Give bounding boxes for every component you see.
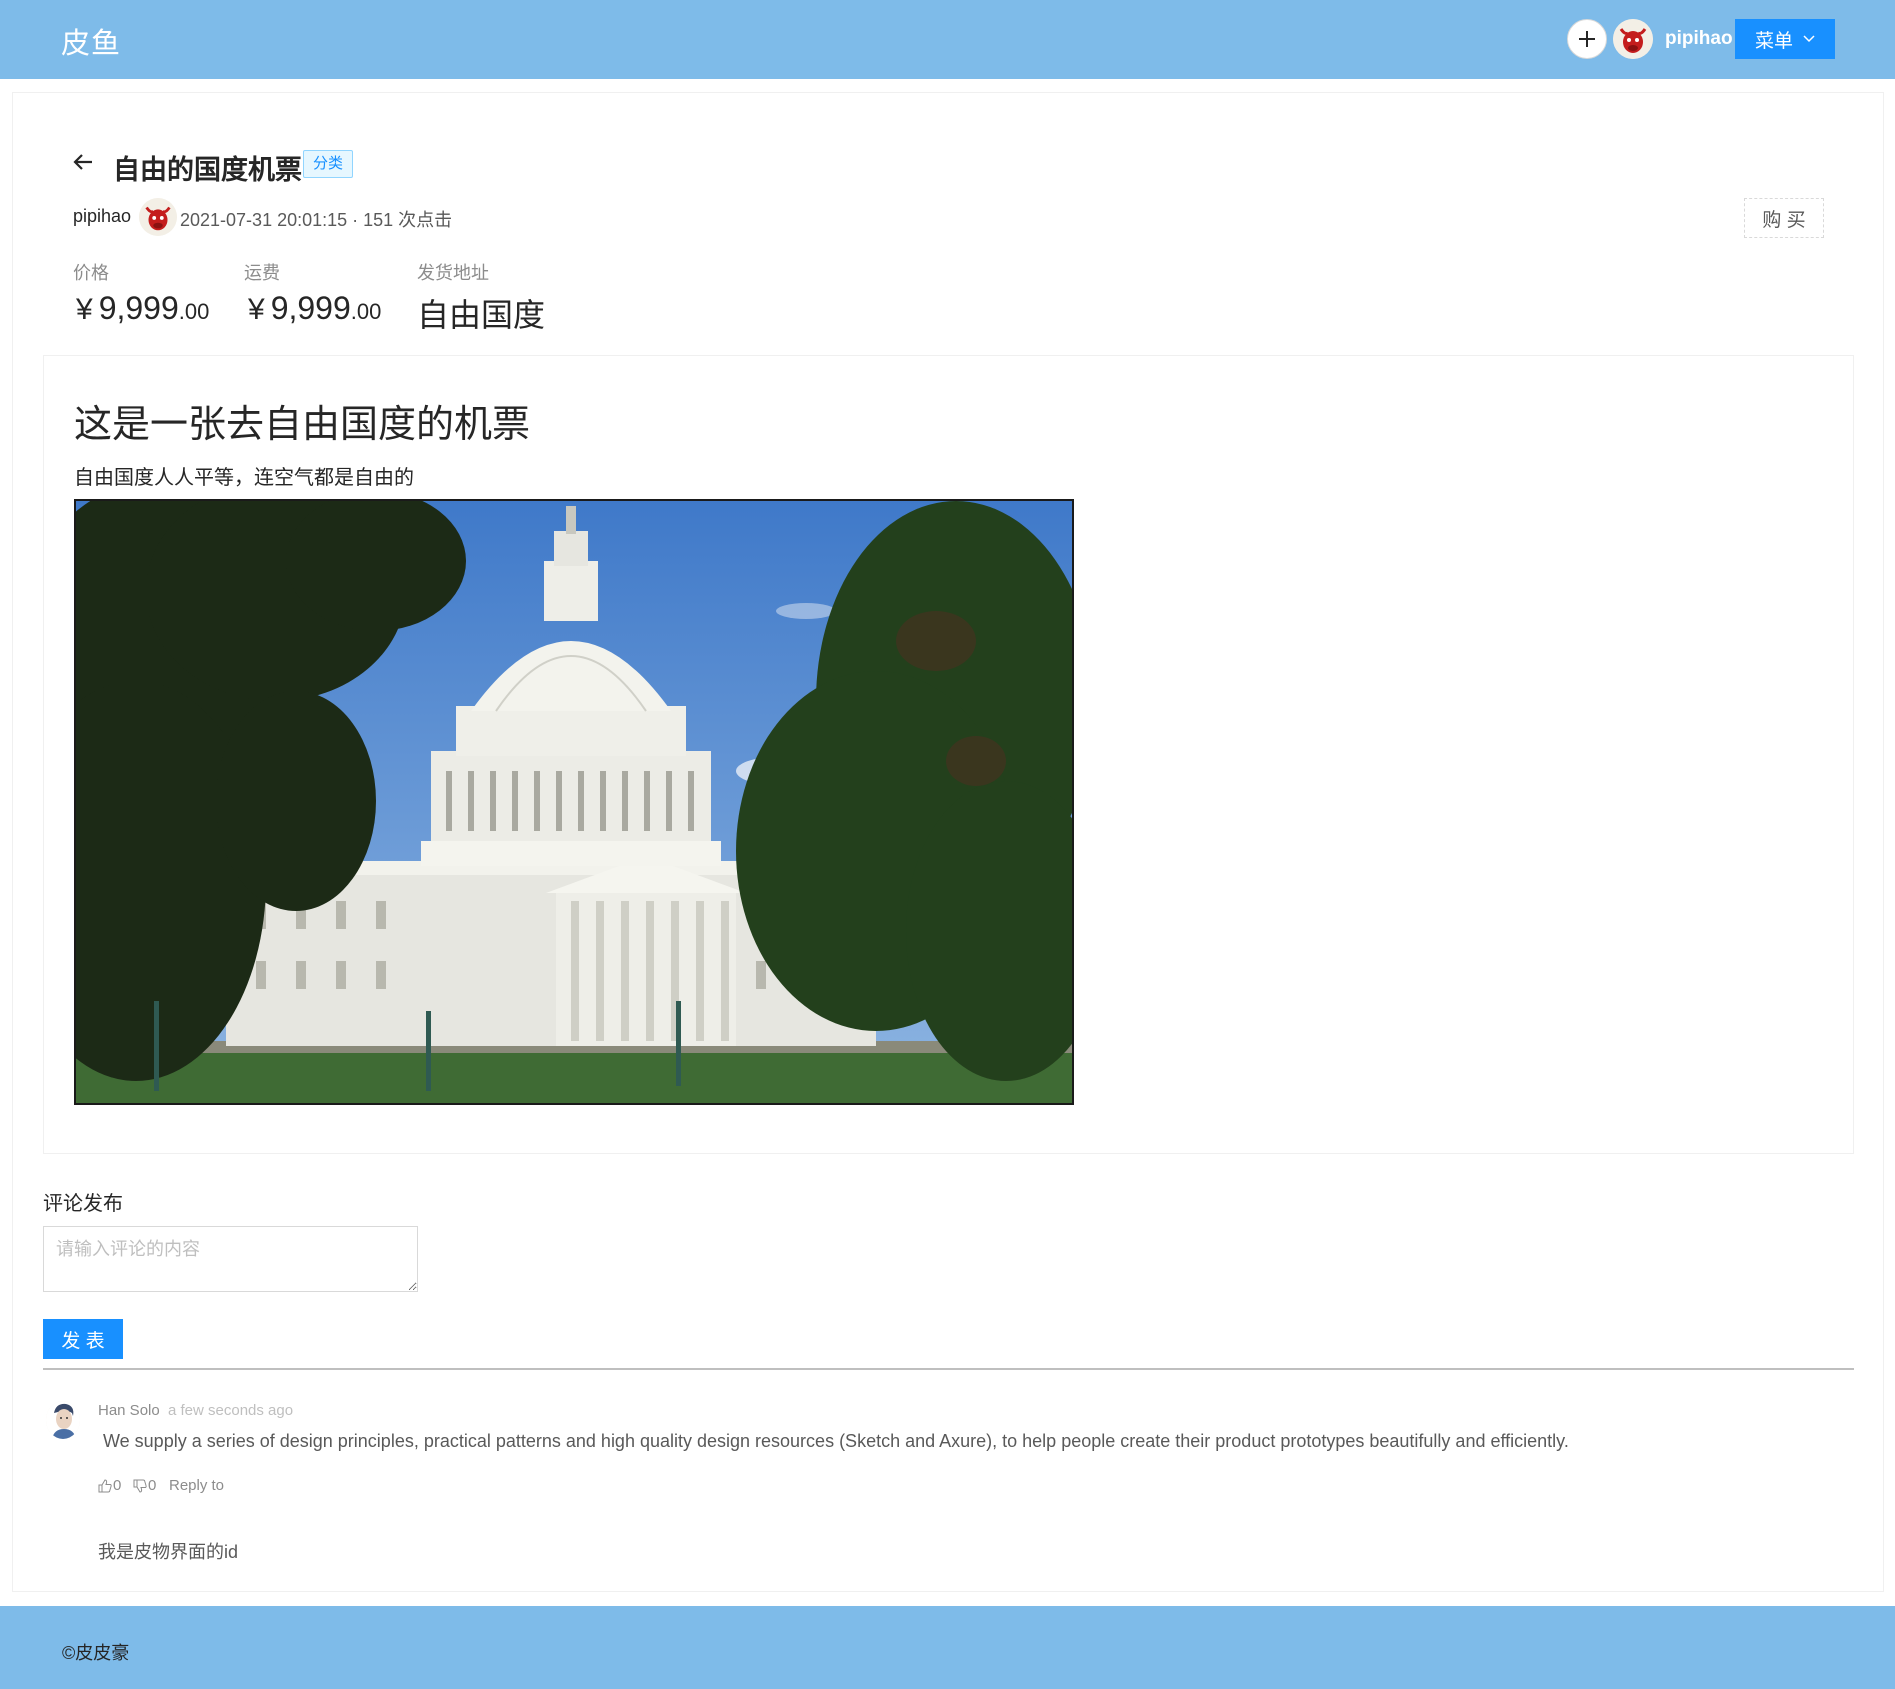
ship-from-value: 自由国度 (417, 297, 546, 333)
price-decimal: .00 (178, 299, 210, 324)
category-tag: 分类 (303, 150, 354, 178)
comment-input[interactable] (43, 1226, 418, 1292)
person-avatar-icon (46, 1401, 80, 1439)
content-text: 自由国度人人平等，连空气都是自由的 (74, 467, 414, 489)
page-title: 自由的国度机票 (113, 155, 302, 185)
post-meta-info: 2021-07-31 20:01:15 · 151 次点击 (180, 210, 453, 230)
comment-divider (43, 1368, 1854, 1370)
content-heading: 这是一张去自由国度的机票 (74, 404, 531, 446)
commenter-avatar[interactable] (46, 1401, 80, 1439)
thumbs-up-icon (98, 1478, 112, 1492)
author-name[interactable]: pipihao (73, 206, 131, 227)
buy-button[interactable]: 购 买 (1744, 198, 1824, 238)
user-avatar[interactable] (1613, 19, 1653, 59)
dislike-count: 0 (148, 1477, 157, 1494)
like-button[interactable]: 0 (98, 1477, 121, 1494)
price-label: 价格 (73, 263, 109, 283)
submit-comment-button[interactable]: 发 表 (43, 1319, 123, 1359)
shipping-value: ¥9,999.00 (248, 290, 381, 327)
shipping-currency: ¥ (248, 293, 265, 326)
chevron-down-icon (1803, 35, 1815, 43)
footer-copyright: ©皮皮豪 (62, 1643, 130, 1663)
author-avatar[interactable] (139, 198, 177, 236)
header-username[interactable]: pipihao (1665, 28, 1733, 50)
top-header: 皮鱼 pipihao 菜单 (0, 0, 1895, 79)
capitol-building-image (74, 499, 1074, 1105)
comment-form-label: 评论发布 (43, 1193, 123, 1215)
like-count: 0 (113, 1477, 122, 1494)
back-arrow-icon[interactable] (72, 152, 94, 172)
menu-dropdown-button[interactable]: 菜单 (1735, 19, 1835, 59)
site-logo[interactable]: 皮鱼 (61, 20, 121, 62)
shipping-integer: 9,999 (270, 290, 351, 326)
ship-from-label: 发货地址 (417, 263, 489, 283)
bull-avatar-icon (139, 198, 177, 236)
menu-label: 菜单 (1754, 30, 1793, 52)
capitol-illustration (76, 501, 1072, 1103)
dislike-button[interactable]: 0 (133, 1477, 156, 1494)
thumbs-down-icon (133, 1479, 147, 1493)
shipping-label: 运费 (244, 263, 280, 283)
comment-author[interactable]: Han Solo (98, 1402, 160, 1419)
comment-text: We supply a series of design principles,… (103, 1431, 1569, 1451)
child-comment-text: 我是皮物界面的id (98, 1542, 239, 1562)
plus-icon (1579, 31, 1595, 47)
page-footer: ©皮皮豪 (0, 1606, 1895, 1689)
price-value: ¥9,999.00 (76, 290, 209, 327)
shipping-decimal: .00 (350, 299, 382, 324)
price-integer: 9,999 (98, 290, 179, 326)
reply-link[interactable]: Reply to (169, 1477, 224, 1494)
add-button[interactable] (1567, 19, 1607, 59)
bull-avatar-icon (1613, 19, 1653, 59)
comment-time: a few seconds ago (168, 1402, 294, 1419)
price-currency: ¥ (76, 293, 93, 326)
